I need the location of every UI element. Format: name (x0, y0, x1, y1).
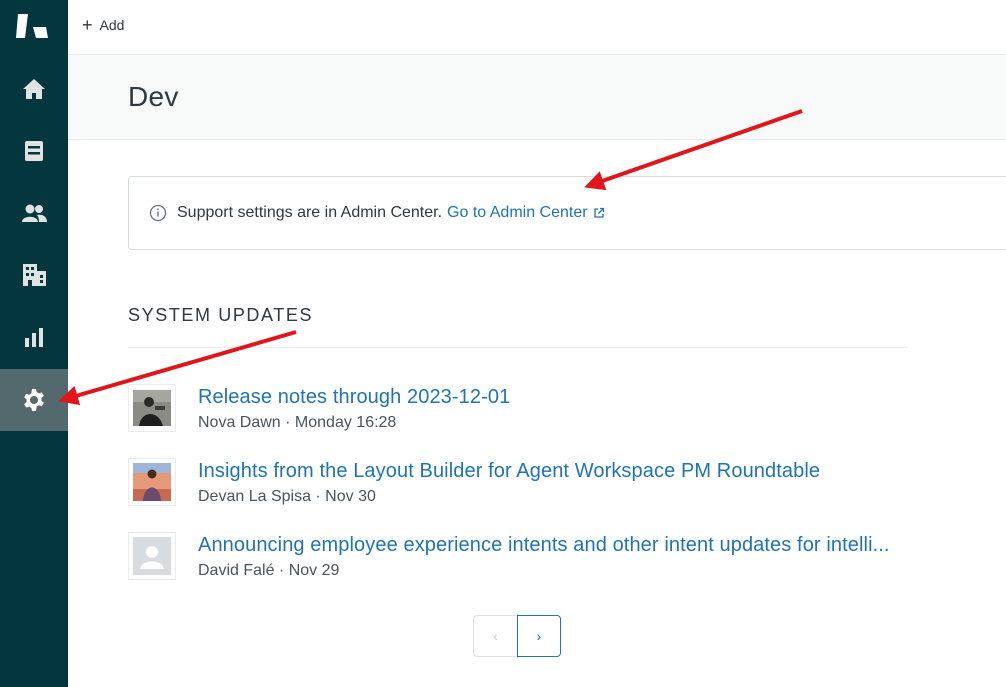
views-icon (25, 141, 43, 161)
default-avatar (128, 532, 176, 580)
sidebar-item-home[interactable] (0, 58, 68, 120)
sidebar-item-views[interactable] (0, 120, 68, 182)
building-icon (23, 264, 46, 286)
list-item: Insights from the Layout Builder for Age… (128, 458, 918, 508)
sidebar-item-admin[interactable] (0, 369, 68, 431)
pagination: ‹ › (473, 615, 561, 657)
admin-center-notice: Support settings are in Admin Center. Go… (128, 176, 1006, 250)
next-page-button[interactable]: › (517, 615, 561, 657)
sidebar-item-organizations[interactable] (0, 244, 68, 306)
update-meta: David Falé · Nov 29 (198, 562, 340, 579)
external-link-icon (593, 207, 604, 218)
photo-avatar (128, 384, 176, 432)
update-meta: Devan La Spisa · Nov 30 (198, 488, 376, 505)
gear-icon (24, 389, 44, 411)
bar-chart-icon (25, 328, 43, 347)
update-title-link[interactable]: Announcing employee experience intents a… (198, 534, 890, 557)
sidebar-item-reporting[interactable] (0, 306, 68, 368)
top-bar: + Add (68, 0, 1006, 55)
sidebar-item-customers[interactable] (0, 182, 68, 244)
previous-page-button[interactable]: ‹ (473, 615, 517, 657)
add-button-label: Add (99, 17, 125, 33)
update-title-link[interactable]: Insights from the Layout Builder for Age… (198, 460, 820, 483)
add-button[interactable]: + Add (82, 12, 124, 38)
section-heading: SYSTEM UPDATES (128, 305, 314, 325)
admin-center-link-label: Go to Admin Center (447, 204, 588, 221)
admin-center-link[interactable]: Go to Admin Center (447, 204, 605, 222)
list-item: Announcing employee experience intents a… (128, 532, 918, 582)
section-divider (128, 347, 908, 348)
update-meta: Nova Dawn · Monday 16:28 (198, 414, 397, 431)
page-title: Dev (128, 81, 179, 112)
photo-avatar (128, 458, 176, 506)
notice-text: Support settings are in Admin Center. (177, 204, 443, 221)
update-title-link[interactable]: Release notes through 2023-12-01 (198, 386, 510, 409)
home-icon (23, 79, 45, 99)
list-item: Release notes through 2023-12-01 Nova Da… (128, 384, 918, 434)
zendesk-logo-icon[interactable] (16, 14, 48, 40)
page-header: Dev (68, 55, 1006, 140)
info-icon (149, 204, 167, 222)
sidebar (0, 0, 68, 687)
customers-icon (22, 204, 47, 222)
plus-icon: + (82, 15, 93, 35)
